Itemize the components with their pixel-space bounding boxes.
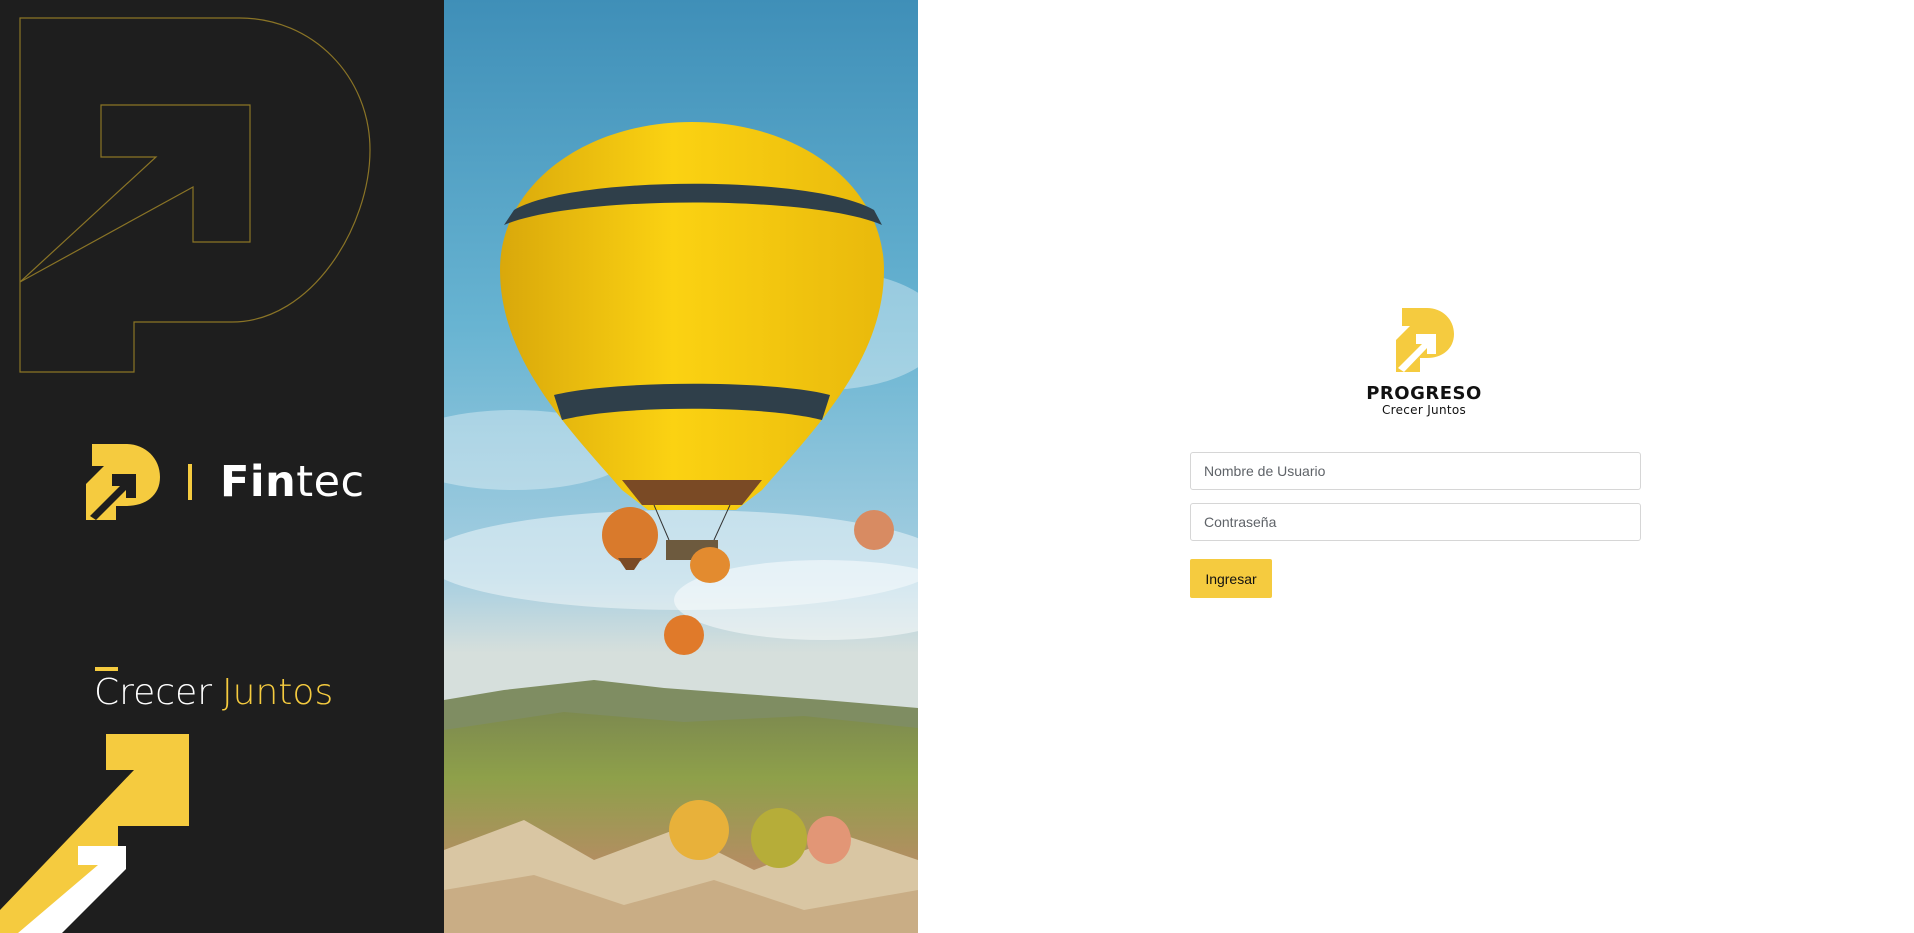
logo-subtitle: Crecer Juntos	[1381, 403, 1467, 417]
tagline: Crecer Juntos	[94, 672, 333, 713]
ingresar-button[interactable]: Ingresar	[1190, 559, 1272, 598]
tagline-dash	[95, 667, 118, 671]
progreso-mark-icon	[1396, 308, 1454, 372]
brand-divider	[188, 464, 192, 500]
hot-air-balloons-photo	[444, 0, 918, 933]
password-input[interactable]	[1190, 503, 1641, 541]
login-panel: PROGRESO Crecer Juntos Ingresar	[918, 0, 1914, 933]
fintec-wordmark: Fintec	[220, 457, 365, 507]
fintec-light-text: tec	[296, 457, 365, 507]
fintec-brand: Fintec	[84, 444, 365, 520]
tagline-first-word: Crecer	[94, 672, 213, 713]
progreso-logo: PROGRESO Crecer Juntos	[1354, 308, 1494, 417]
arrows-icon	[0, 734, 189, 933]
tagline-second-word: Juntos	[222, 672, 334, 713]
logo-name: PROGRESO	[1366, 383, 1482, 404]
progreso-outline-logo-icon	[19, 17, 371, 373]
progreso-logo-icon	[86, 444, 160, 520]
username-input[interactable]	[1190, 452, 1641, 490]
fintec-bold-text: Fin	[220, 457, 297, 507]
brand-panel: Fintec Crecer Juntos	[0, 0, 444, 933]
login-form: Ingresar	[1190, 452, 1641, 598]
